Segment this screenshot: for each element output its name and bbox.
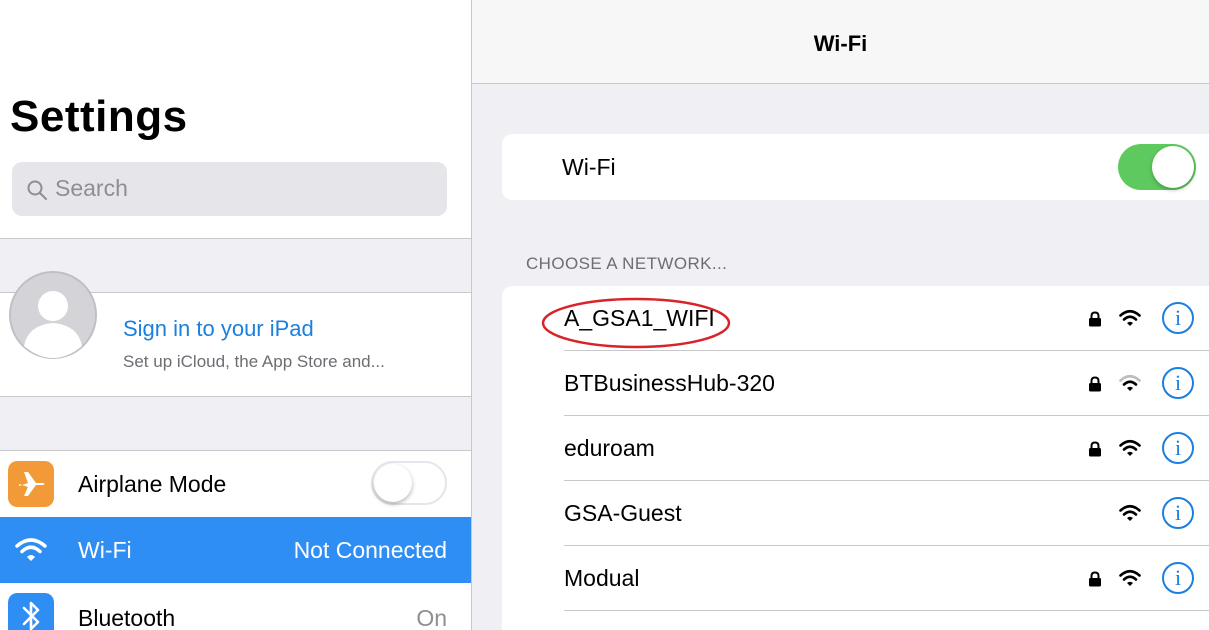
nav-title: Wi-Fi xyxy=(813,31,868,56)
airplane-mode-toggle[interactable] xyxy=(371,461,447,505)
page-title: Settings xyxy=(10,92,188,141)
lock-icon xyxy=(1089,311,1101,327)
info-button[interactable]: i xyxy=(1162,432,1194,464)
network-row[interactable]: BTBusinessHub-320 i xyxy=(502,351,1209,416)
lock-icon xyxy=(1089,441,1101,457)
sidebar-item-label: Wi-Fi xyxy=(78,537,132,563)
network-list: A_GSA1_WIFI i BTBusinessHub-320 i eduroa… xyxy=(502,286,1209,630)
wifi-signal-icon xyxy=(1119,439,1141,456)
toggle-knob xyxy=(374,464,412,502)
network-name: Modual xyxy=(564,565,640,591)
wifi-switch-label: Wi-Fi xyxy=(562,154,616,180)
signin-title[interactable]: Sign in to your iPad xyxy=(123,316,314,342)
network-name: eduroam xyxy=(564,435,655,461)
bluetooth-icon xyxy=(8,593,54,630)
toggle-knob xyxy=(1152,146,1194,188)
sidebar-item-wifi[interactable]: Wi-Fi Not Connected xyxy=(0,517,471,583)
network-row[interactable]: GSA-Guest i xyxy=(502,481,1209,546)
info-button[interactable]: i xyxy=(1162,562,1194,594)
network-row[interactable]: Modual i xyxy=(502,546,1209,611)
lock-icon xyxy=(1089,571,1101,587)
lock-icon xyxy=(1089,376,1101,392)
sidebar-item-label: Airplane Mode xyxy=(78,471,227,497)
wifi-signal-icon xyxy=(1119,504,1141,521)
search-icon xyxy=(27,180,47,200)
sidebar-item-label: Bluetooth xyxy=(78,605,176,630)
sidebar-item-bluetooth[interactable]: Bluetooth On xyxy=(0,583,471,630)
network-name: A_GSA1_WIFI xyxy=(564,305,715,331)
wifi-toggle[interactable] xyxy=(1118,144,1196,190)
wifi-status-value: Not Connected xyxy=(293,537,447,563)
wifi-icon xyxy=(8,527,54,573)
info-button[interactable]: i xyxy=(1162,367,1194,399)
section-gap xyxy=(0,397,471,450)
wifi-signal-icon xyxy=(1119,569,1141,586)
sidebar-item-airplane-mode[interactable]: Airplane Mode xyxy=(0,451,471,517)
wifi-signal-icon xyxy=(1119,309,1141,326)
section-header: CHOOSE A NETWORK... xyxy=(526,254,728,273)
info-button[interactable]: i xyxy=(1162,497,1194,529)
network-row[interactable]: A_GSA1_WIFI i xyxy=(502,286,1209,351)
bluetooth-status-value: On xyxy=(416,605,447,630)
wifi-switch-row: Wi-Fi xyxy=(502,134,1209,200)
signin-subtitle: Set up iCloud, the App Store and... xyxy=(123,352,385,371)
wifi-signal-icon xyxy=(1119,374,1141,391)
network-name: GSA-Guest xyxy=(564,500,682,526)
search-placeholder: Search xyxy=(55,175,128,201)
search-input[interactable]: Search xyxy=(12,162,447,216)
airplane-icon xyxy=(8,461,54,507)
divider xyxy=(564,610,1209,611)
network-name: BTBusinessHub-320 xyxy=(564,370,775,396)
wifi-detail-pane: Wi-Fi Wi-Fi CHOOSE A NETWORK... A_GSA1_W… xyxy=(472,0,1209,630)
info-button[interactable]: i xyxy=(1162,302,1194,334)
network-row[interactable]: eduroam i xyxy=(502,416,1209,481)
navigation-bar: Wi-Fi xyxy=(472,0,1209,84)
settings-sidebar: Settings Search Sign in to your iPad Set… xyxy=(0,0,471,630)
avatar xyxy=(9,271,97,359)
